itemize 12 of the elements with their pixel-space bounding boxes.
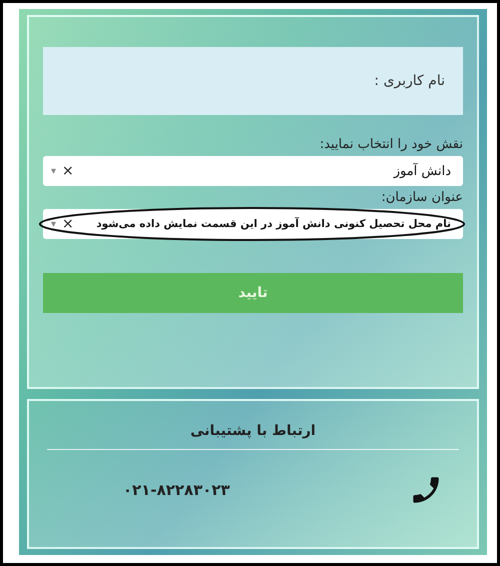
select-value: دانش آموز	[392, 164, 451, 178]
select-field[interactable]: دانش آموز × ▾	[43, 156, 463, 186]
dropdown-caret[interactable]: ▾	[51, 218, 56, 230]
support-title: ارتباط با پشتیبانی	[190, 423, 316, 441]
clear-button[interactable]: ×	[62, 216, 74, 232]
phone-number: ۰۲۱-۸۲۲۸۳۰۲۳	[123, 481, 230, 499]
organization-label: عنوان سازمان:	[380, 190, 463, 205]
clear-button[interactable]: ×	[62, 163, 74, 179]
dropdown-caret[interactable]: ▾	[51, 166, 56, 176]
username-field[interactable]: نام کاربری :	[43, 47, 463, 115]
role-label: نقش خود را انتخاب نمایید:	[318, 137, 463, 152]
select-value: نام محل تحصیل کنونی دانش آموز در این قسمت نمایش داده می‌شود	[95, 218, 451, 230]
